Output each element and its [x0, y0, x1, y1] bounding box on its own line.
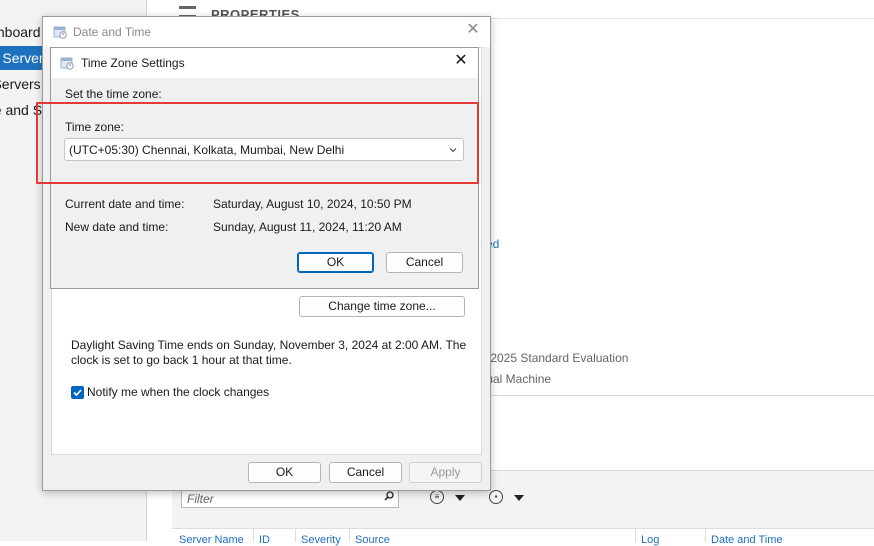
hardware-value: tual Machine [483, 372, 552, 386]
ok-button[interactable]: OK [248, 462, 321, 483]
tz-ok-button[interactable]: OK [297, 252, 374, 273]
close-icon[interactable]: ✕ [454, 53, 468, 69]
notify-checkbox[interactable] [71, 386, 84, 399]
cancel-button[interactable]: Cancel [329, 462, 402, 483]
date-time-titlebar[interactable]: Date and Time ✕ [43, 17, 490, 47]
chevron-down-icon[interactable] [514, 495, 524, 501]
checkmark-icon [73, 389, 82, 397]
os-value: r 2025 Standard Evaluation [483, 351, 629, 365]
search-icon [384, 491, 394, 501]
dialog-title: Date and Time [73, 25, 152, 39]
clock-calendar-icon [53, 26, 67, 39]
column-date-time[interactable]: Date and Time [711, 534, 783, 546]
column-log[interactable]: Log [641, 534, 659, 546]
dialog-title: Time Zone Settings [81, 56, 185, 70]
column-source[interactable]: Source [355, 534, 390, 546]
filter-placeholder: Filter [187, 492, 214, 506]
chevron-down-icon[interactable] [455, 495, 465, 501]
tz-cancel-button[interactable]: Cancel [386, 252, 463, 273]
current-date-time-label: Current date and time: [65, 197, 185, 211]
column-severity[interactable]: Severity [301, 534, 341, 546]
column-server-name[interactable]: Server Name [179, 534, 244, 546]
save-query-icon[interactable]: ▪ [489, 490, 503, 504]
divider [490, 395, 874, 396]
set-time-zone-label: Set the time zone: [65, 87, 162, 101]
close-icon[interactable]: ✕ [466, 22, 480, 38]
list-options-icon[interactable]: ≡ [430, 490, 444, 504]
apply-button[interactable]: Apply [409, 462, 482, 483]
current-date-time-value: Saturday, August 10, 2024, 10:50 PM [213, 197, 412, 211]
events-table-header: Server Name ID Severity Source Log Date … [172, 528, 874, 546]
notify-label[interactable]: Notify me when the clock changes [87, 385, 269, 399]
sidebar-item-label: All Servers [0, 76, 41, 92]
highlight-box [36, 102, 479, 184]
column-id[interactable]: ID [259, 534, 270, 546]
tz-titlebar[interactable]: Time Zone Settings ✕ [51, 48, 478, 78]
change-time-zone-button[interactable]: Change time zone... [299, 296, 465, 317]
new-date-time-value: Sunday, August 11, 2024, 11:20 AM [213, 220, 402, 234]
clock-calendar-icon [60, 57, 74, 70]
new-date-time-label: New date and time: [65, 220, 169, 234]
filter-input[interactable]: Filter [181, 488, 399, 508]
sidebar-item-label: Local Server [0, 50, 44, 66]
divider [490, 18, 874, 19]
dst-notice: Daylight Saving Time ends on Sunday, Nov… [71, 338, 467, 367]
sidebar-item-label: Dashboard [0, 24, 41, 40]
